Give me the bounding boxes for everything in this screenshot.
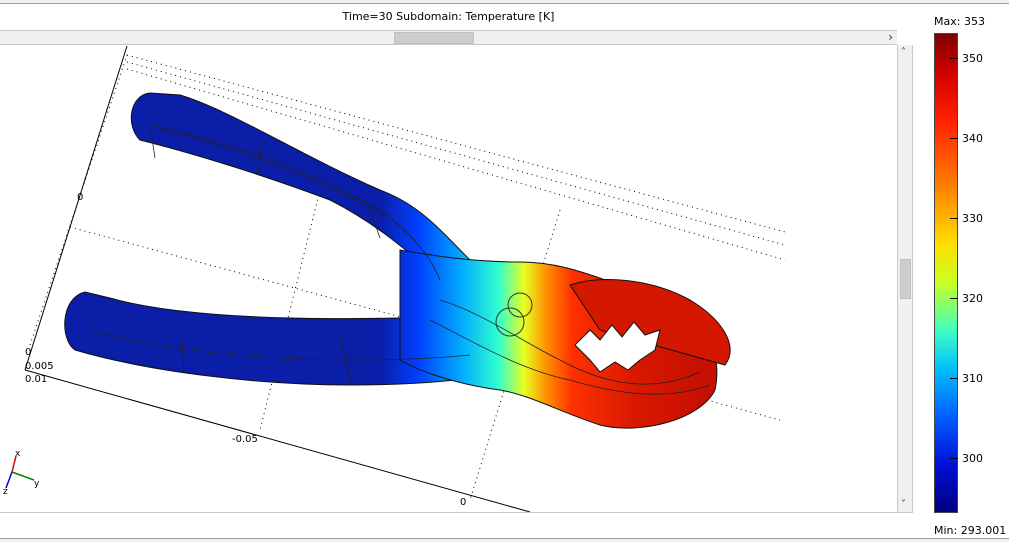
legend-tick-label: 320 [962, 292, 983, 305]
legend-min-label: Min: 293.001 [934, 524, 1007, 537]
window-bottom-border [0, 538, 1009, 542]
triad-y-label: y [34, 479, 40, 489]
x-axis-label-0: 0 [460, 497, 466, 508]
vertical-scrollbar[interactable]: ˄ ˅ [897, 45, 913, 512]
legend-tick-label: 300 [962, 452, 983, 465]
legend-tick [950, 298, 958, 299]
legend-tick [950, 378, 958, 379]
legend-tick-label: 340 [962, 132, 983, 145]
z-axis-label-01: 0.01 [25, 374, 47, 385]
horizontal-scrollbar[interactable]: › [0, 30, 897, 45]
chevron-down-icon[interactable]: ˅ [901, 499, 906, 510]
horizontal-scroll-thumb[interactable] [394, 32, 474, 44]
z-axis-label-0: 0 [25, 347, 31, 358]
legend-tick [950, 58, 958, 59]
temperature-plot: 0 0 0.005 0.01 -0.05 0 x y z [3, 45, 786, 512]
legend-tick-label: 310 [962, 372, 983, 385]
vertical-scroll-thumb[interactable] [900, 259, 911, 299]
y-axis-label-0: 0 [77, 192, 83, 203]
legend-color-bar [934, 33, 958, 513]
legend-tick [950, 458, 958, 459]
chevron-up-icon[interactable]: ˄ [901, 47, 906, 58]
window-top-border [0, 0, 1009, 4]
legend-tick-label: 330 [962, 212, 983, 225]
z-axis-label-005: 0.005 [25, 361, 54, 372]
legend-max-label: Max: 353 [934, 15, 985, 28]
legend-tick [950, 138, 958, 139]
graphics-viewport[interactable]: 0 0 0.005 0.01 -0.05 0 x y z [0, 45, 897, 512]
legend-tick [950, 218, 958, 219]
plot-title: Time=30 Subdomain: Temperature [K] [342, 10, 555, 23]
triad-x-label: x [15, 449, 21, 459]
legend-tick-label: 350 [962, 52, 983, 65]
axis-triad-icon: x y z [3, 449, 40, 497]
pliers-model [64, 92, 731, 429]
x-axis-label-neg05: -0.05 [232, 434, 258, 445]
color-legend: Max: 353 350 340 330 320 310 300 Min: 29… [920, 0, 1009, 542]
chevron-right-icon[interactable]: › [888, 30, 893, 44]
triad-z-label: z [3, 487, 8, 497]
